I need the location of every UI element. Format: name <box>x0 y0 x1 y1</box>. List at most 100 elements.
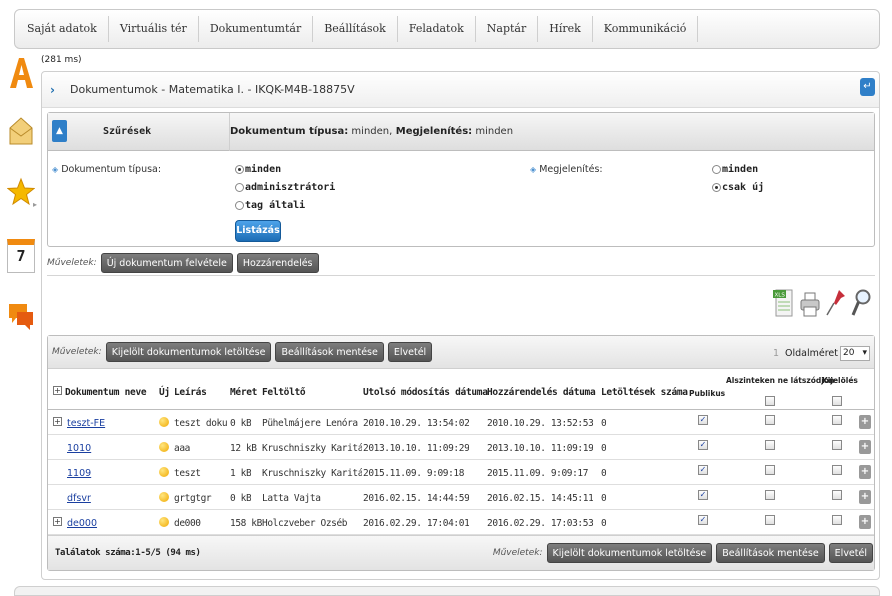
radio-selected-icon[interactable] <box>235 164 244 174</box>
select-checkbox[interactable] <box>832 490 842 500</box>
discard-button[interactable]: Elvetél <box>828 543 873 563</box>
chat-bubbles-icon[interactable] <box>7 300 35 334</box>
doc-type-option-member[interactable]: tag általi <box>235 196 335 214</box>
mail-icon[interactable] <box>7 114 35 148</box>
document-name-link[interactable]: dfsvr <box>67 493 157 504</box>
next-panel-edge <box>14 586 880 596</box>
new-indicator-icon <box>159 442 169 452</box>
modified-date: 2010.10.29. 13:54:02 <box>363 418 470 429</box>
expand-row-icon[interactable]: + <box>53 517 62 526</box>
document-name-link[interactable]: de000 <box>67 518 157 529</box>
list-button[interactable]: Listázás <box>235 220 281 242</box>
download-count: 0 <box>601 418 607 429</box>
display-radio-group: minden csak új <box>712 160 764 196</box>
menu-item-virtual-space[interactable]: Virtuális tér <box>109 16 199 42</box>
col-new[interactable]: Új <box>159 387 170 398</box>
magnifier-icon[interactable] <box>850 287 872 319</box>
public-checkbox[interactable]: ✓ <box>698 490 708 500</box>
public-checkbox[interactable]: ✓ <box>698 415 708 425</box>
radio-selected-icon[interactable] <box>712 182 721 192</box>
menu-item-tasks[interactable]: Feladatok <box>398 16 476 42</box>
select-checkbox[interactable] <box>832 465 842 475</box>
a-logo-icon[interactable] <box>7 56 35 90</box>
back-arrow-button[interactable]: ↵ <box>860 78 875 96</box>
row-action-button[interactable]: + <box>859 415 871 429</box>
uploader: Pühelmájere Lenóra <box>262 418 358 429</box>
filter-header: ▲ Szűrések Dokumentum típusa: minden, Me… <box>48 113 874 151</box>
radio-icon[interactable] <box>235 182 244 192</box>
page-indicator[interactable]: 1 <box>773 348 779 359</box>
doc-type-option-all[interactable]: minden <box>235 160 335 178</box>
menu-item-personal[interactable]: Saját adatok <box>23 16 109 42</box>
modified-date: 2016.02.15. 14:44:59 <box>363 493 470 504</box>
select-checkbox[interactable] <box>832 415 842 425</box>
col-hidden[interactable]: Alszinteken ne látszódjon <box>726 376 834 385</box>
calendar-icon[interactable]: 7 <box>7 239 35 273</box>
radio-icon[interactable] <box>712 164 721 174</box>
expand-row-icon[interactable]: + <box>53 417 62 426</box>
hidden-checkbox[interactable] <box>765 440 775 450</box>
pin-icon[interactable] <box>825 287 847 319</box>
assigned-date: 2016.02.29. 17:03:53 <box>487 518 594 529</box>
discard-button[interactable]: Elvetél <box>387 342 433 362</box>
svg-text:XLS: XLS <box>775 293 786 299</box>
public-checkbox[interactable]: ✓ <box>698 465 708 475</box>
select-all-checkbox[interactable] <box>832 396 842 406</box>
modified-date: 2015.11.09. 9:09:18 <box>363 468 465 479</box>
col-downloads[interactable]: Letöltések száma <box>601 387 688 398</box>
menu-item-calendar[interactable]: Naptár <box>476 16 539 42</box>
col-public[interactable]: Publikus <box>689 389 725 398</box>
display-option-all[interactable]: minden <box>712 160 764 178</box>
hidden-all-checkbox[interactable] <box>765 396 775 406</box>
col-description[interactable]: Leírás <box>174 387 207 398</box>
new-document-button[interactable]: Új dokumentum felvétele <box>100 253 233 273</box>
menu-item-documents[interactable]: Dokumentumtár <box>199 16 314 42</box>
hidden-checkbox[interactable] <box>765 415 775 425</box>
display-option-new-only[interactable]: csak új <box>712 178 764 196</box>
hidden-checkbox[interactable] <box>765 465 775 475</box>
doc-type-radio-group: minden adminisztrátori tag általi <box>235 160 335 214</box>
col-select[interactable]: Kijelölés <box>822 376 858 385</box>
doc-type-option-admin[interactable]: adminisztrátori <box>235 178 335 196</box>
document-name-link[interactable]: 1109 <box>67 468 157 479</box>
new-indicator-icon <box>159 467 169 477</box>
expand-all-icon[interactable]: + <box>53 386 62 395</box>
download-selected-button[interactable]: Kijelölt dokumentumok letöltése <box>105 342 272 362</box>
assign-button[interactable]: Hozzárendelés <box>236 253 319 273</box>
filter-title: Szűrések <box>103 126 152 137</box>
page-size-label: Oldalméret <box>785 348 838 359</box>
rail-expand-icon[interactable]: ▸ <box>33 200 37 209</box>
page-size-select[interactable]: 20 <box>840 346 870 361</box>
download-selected-button[interactable]: Kijelölt dokumentumok letöltése <box>546 543 713 563</box>
col-name[interactable]: Dokumentum neve <box>65 387 147 398</box>
select-checkbox[interactable] <box>832 440 842 450</box>
radio-label: adminisztrátori <box>245 181 336 193</box>
save-settings-button[interactable]: Beállítások mentése <box>716 543 825 563</box>
menu-item-settings[interactable]: Beállítások <box>313 16 398 42</box>
col-assigned[interactable]: Hozzárendelés dátuma <box>487 387 596 398</box>
public-checkbox[interactable]: ✓ <box>698 440 708 450</box>
hidden-checkbox[interactable] <box>765 490 775 500</box>
select-checkbox[interactable] <box>832 515 842 525</box>
save-settings-button[interactable]: Beállítások mentése <box>275 342 384 362</box>
menu-item-communication[interactable]: Kommunikáció <box>593 16 699 42</box>
document-name-link[interactable]: 1010 <box>67 443 157 454</box>
uploader: Holczveber Özséb <box>262 518 348 529</box>
public-checkbox[interactable]: ✓ <box>698 515 708 525</box>
row-action-button[interactable]: + <box>859 515 871 529</box>
radio-icon[interactable] <box>235 200 244 210</box>
col-modified[interactable]: Utolsó módosítás dátuma <box>363 387 488 398</box>
row-action-button[interactable]: + <box>859 490 871 504</box>
document-name-link[interactable]: teszt-FE <box>67 418 157 429</box>
new-indicator-icon <box>159 517 169 527</box>
col-uploader[interactable]: Feltöltő <box>262 387 306 398</box>
col-size[interactable]: Méret <box>230 387 257 398</box>
printer-icon[interactable] <box>799 287 821 319</box>
row-action-button[interactable]: + <box>859 465 871 479</box>
xls-export-icon[interactable]: XLS <box>772 287 794 319</box>
row-action-button[interactable]: + <box>859 440 871 454</box>
collapse-up-icon[interactable]: ▲ <box>52 120 67 142</box>
menu-item-news[interactable]: Hírek <box>538 16 593 42</box>
star-icon[interactable] <box>7 176 35 210</box>
hidden-checkbox[interactable] <box>765 515 775 525</box>
